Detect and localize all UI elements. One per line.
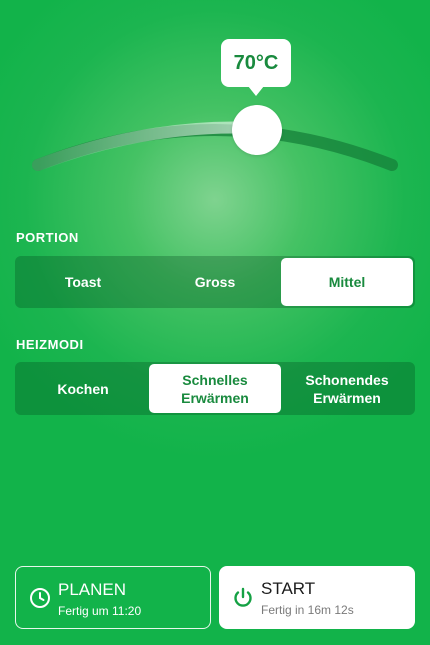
heizmodi-option-schnelles-erwaermen[interactable]: Schnelles Erwärmen bbox=[149, 364, 281, 413]
heizmodi-option-kochen[interactable]: Kochen bbox=[17, 364, 149, 413]
planen-subtitle: Fertig um 11:20 bbox=[58, 604, 142, 618]
arc-track-active bbox=[32, 121, 263, 171]
power-icon bbox=[234, 587, 252, 607]
heizmodi-segmented-control: Kochen Schnelles Erwärmen Schonendes Erw… bbox=[15, 362, 415, 415]
heizmodi-label: HEIZMODI bbox=[16, 337, 84, 352]
start-title: START bbox=[261, 579, 316, 598]
portion-option-mittel[interactable]: Mittel bbox=[281, 258, 413, 306]
temperature-slider[interactable]: 70°C bbox=[0, 0, 430, 200]
portion-label: PORTION bbox=[16, 230, 79, 245]
planen-title: PLANEN bbox=[58, 580, 127, 599]
heizmodi-option-schonendes-erwaermen[interactable]: Schonendes Erwärmen bbox=[281, 364, 413, 413]
portion-segmented-control: Toast Gross Mittel bbox=[15, 256, 415, 308]
start-button[interactable]: START Fertig in 16m 12s bbox=[219, 566, 415, 629]
portion-option-gross[interactable]: Gross bbox=[149, 258, 281, 306]
temperature-value-bubble: 70°C bbox=[221, 39, 291, 96]
temperature-arc bbox=[32, 121, 398, 171]
clock-icon bbox=[30, 588, 50, 608]
temperature-slider-knob[interactable] bbox=[232, 105, 282, 155]
planen-button[interactable]: PLANEN Fertig um 11:20 bbox=[15, 566, 211, 629]
start-subtitle: Fertig in 16m 12s bbox=[261, 603, 354, 617]
temperature-value: 70°C bbox=[233, 51, 279, 74]
portion-option-toast[interactable]: Toast bbox=[17, 258, 149, 306]
